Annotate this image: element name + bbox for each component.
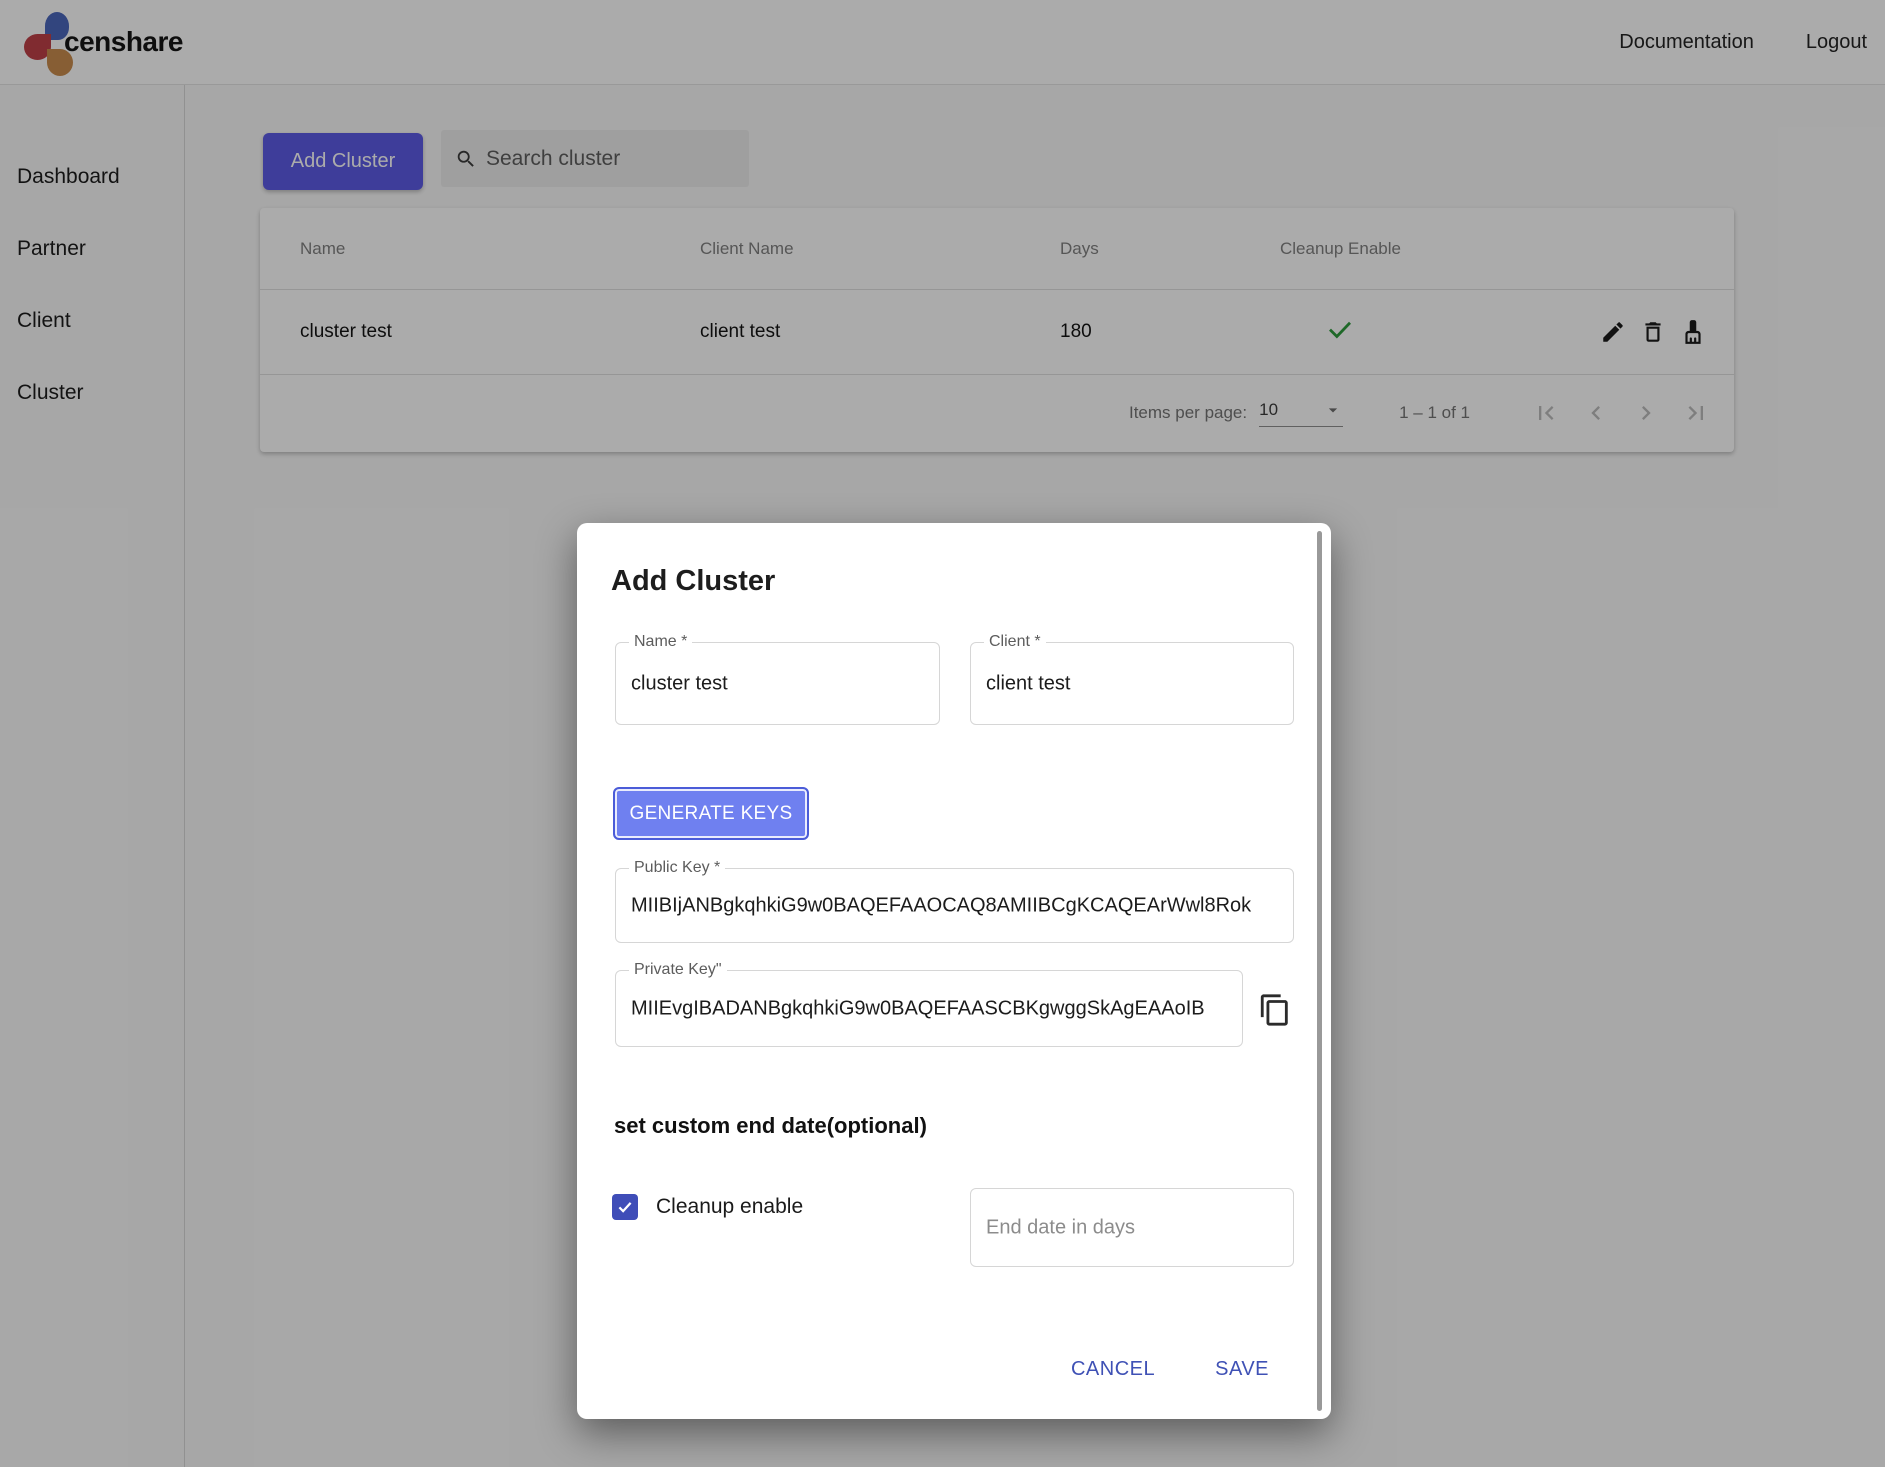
end-date-field[interactable]: End date in days: [970, 1188, 1294, 1267]
name-field[interactable]: Name * cluster test: [615, 642, 940, 725]
dialog-actions: CANCEL SAVE: [1071, 1358, 1269, 1381]
cleanup-enable-row: Cleanup enable: [612, 1194, 803, 1220]
name-field-label: Name *: [629, 633, 692, 651]
generate-keys-button[interactable]: GENERATE KEYS: [613, 787, 809, 840]
private-key-field[interactable]: Private Key" MIIEvgIBADANBgkqhkiG9w0BAQE…: [615, 970, 1243, 1047]
name-field-value: cluster test: [631, 672, 929, 695]
save-button[interactable]: SAVE: [1215, 1358, 1269, 1381]
checkbox-check-icon: [616, 1198, 634, 1216]
cleanup-enable-checkbox[interactable]: [612, 1194, 638, 1220]
cancel-button[interactable]: CANCEL: [1071, 1358, 1155, 1381]
app-root: censhare Documentation Logout Dashboard …: [0, 0, 1885, 1467]
dialog-title: Add Cluster: [611, 565, 775, 598]
copy-icon: [1258, 993, 1292, 1027]
private-key-label: Private Key": [629, 961, 727, 979]
custom-end-date-heading: set custom end date(optional): [614, 1113, 927, 1139]
copy-private-key-button[interactable]: [1258, 993, 1292, 1027]
client-field[interactable]: Client * client test: [970, 642, 1294, 725]
client-field-value: client test: [986, 672, 1283, 695]
private-key-value: MIIEvgIBADANBgkqhkiG9w0BAQEFAASCBKgwggSk…: [631, 997, 1232, 1020]
client-field-label: Client *: [984, 633, 1046, 651]
end-date-placeholder: End date in days: [986, 1216, 1283, 1239]
cleanup-enable-label: Cleanup enable: [656, 1195, 803, 1219]
public-key-value: MIIBIjANBgkqhkiG9w0BAQEFAAOCAQ8AMIIBCgKC…: [631, 894, 1283, 917]
public-key-label: Public Key *: [629, 859, 725, 877]
add-cluster-dialog: Add Cluster Name * cluster test Client *…: [577, 523, 1331, 1419]
modal-scrollbar[interactable]: [1317, 531, 1322, 1411]
public-key-field[interactable]: Public Key * MIIBIjANBgkqhkiG9w0BAQEFAAO…: [615, 868, 1294, 943]
